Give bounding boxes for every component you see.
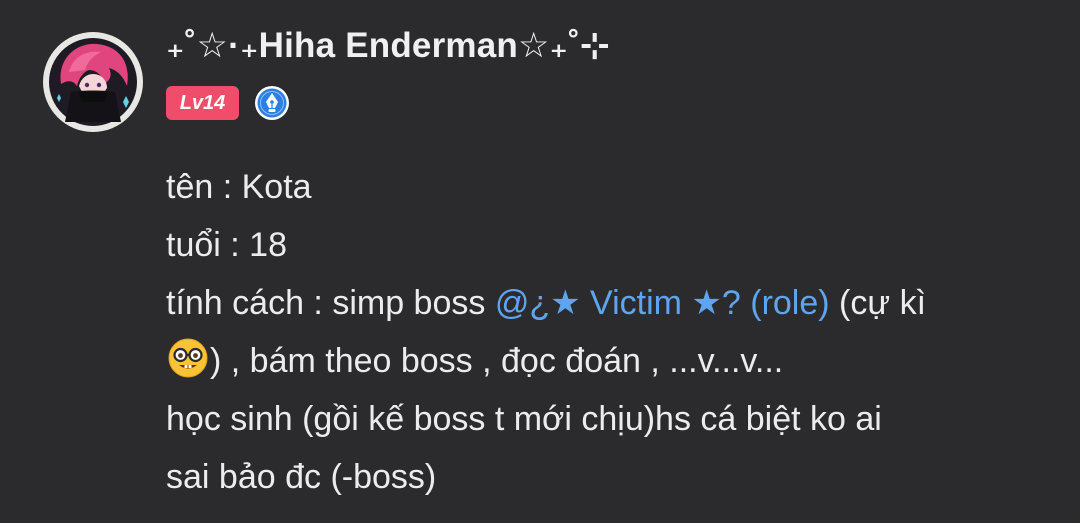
level-badge: Lv14 <box>166 86 239 120</box>
personality-text: tính cách : simp boss <box>166 284 495 322</box>
author-badges: Lv14 <box>166 84 291 122</box>
role-mention-link[interactable]: @¿★ Victim ★? (role) <box>495 284 830 322</box>
traits-text: ) , bám theo boss , đọc đoán , ...v...v.… <box>210 342 784 380</box>
nerd-face-emoji <box>168 338 208 378</box>
message-line-personality: tính cách : simp boss @¿★ Victim ★? (rol… <box>166 274 1046 332</box>
message-line-name: tên : Kota <box>166 168 312 206</box>
author-name[interactable]: ₊˚☆·₊Hiha Enderman☆₊˚⊹ <box>166 26 610 66</box>
avatar-image <box>49 38 137 126</box>
message-line-traits: ) , bám theo boss , đọc đoán , ...v...v.… <box>166 332 1046 390</box>
avatar[interactable] <box>43 32 143 132</box>
pen-nib-verified-icon <box>255 86 289 120</box>
message-body: tên : Kota tuổi : 18 tính cách : simp bo… <box>166 158 1046 506</box>
message-line-student: học sinh (gồi kế boss t mới chịu)hs cá b… <box>166 400 882 438</box>
message-line-age: tuổi : 18 <box>166 226 287 264</box>
chat-message: ₊˚☆·₊Hiha Enderman☆₊˚⊹ Lv14 tên : Kota t… <box>0 0 1080 523</box>
message-line-student-cont: sai bảo đc (-boss) <box>166 458 437 496</box>
personality-text-suffix: (cự kì <box>829 284 927 322</box>
